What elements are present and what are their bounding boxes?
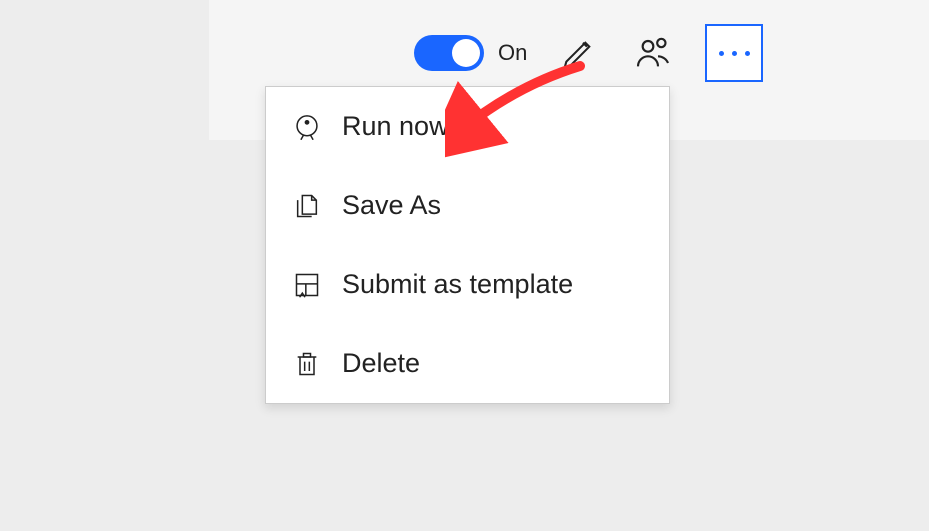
flow-toggle[interactable]: [414, 35, 484, 71]
menu-item-submit-template[interactable]: Submit as template: [266, 245, 669, 324]
toggle-label: On: [498, 40, 527, 66]
edit-button[interactable]: [557, 31, 601, 75]
ellipsis-icon: [719, 51, 750, 56]
more-actions-button[interactable]: [705, 24, 763, 82]
menu-item-run-now[interactable]: Run now: [266, 87, 669, 166]
more-actions-menu: Run now Save As Submit as template: [265, 86, 670, 404]
trash-icon: [292, 349, 322, 379]
flow-toggle-wrap: On: [414, 35, 527, 71]
menu-item-delete[interactable]: Delete: [266, 324, 669, 403]
menu-item-label: Delete: [342, 348, 420, 379]
share-button[interactable]: [631, 31, 675, 75]
toggle-knob: [452, 39, 480, 67]
template-icon: [292, 270, 322, 300]
menu-item-label: Save As: [342, 190, 441, 221]
menu-item-save-as[interactable]: Save As: [266, 166, 669, 245]
people-icon: [633, 33, 673, 73]
pencil-icon: [560, 34, 598, 72]
menu-item-label: Run now: [342, 111, 449, 142]
toolbar: On: [414, 24, 763, 82]
menu-item-label: Submit as template: [342, 269, 573, 300]
copy-icon: [292, 191, 322, 221]
run-icon: [292, 112, 322, 142]
